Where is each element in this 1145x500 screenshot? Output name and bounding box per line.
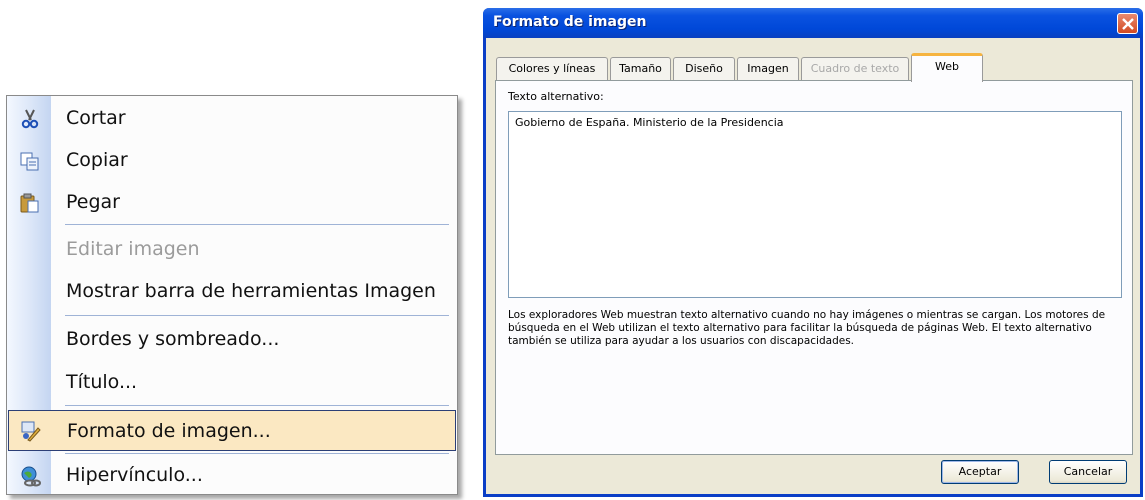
menu-separator — [65, 315, 449, 316]
menu-item-label: Copiar — [66, 149, 128, 171]
dialog-title: Formato de imagen — [493, 14, 647, 30]
menu-item-titulo[interactable]: Título... — [7, 362, 457, 402]
copy-icon — [19, 150, 41, 172]
menu-item-label: Cortar — [66, 107, 126, 129]
tab-web[interactable]: Web — [911, 53, 983, 82]
ok-button[interactable]: Aceptar — [941, 460, 1019, 484]
menu-item-formato-de-imagen[interactable]: Formato de imagen... — [8, 410, 456, 451]
tab-tamano[interactable]: Tamaño — [610, 57, 671, 81]
tab-diseno[interactable]: Diseño — [673, 57, 735, 81]
menu-item-hipervinculo[interactable]: Hipervínculo... — [7, 455, 457, 495]
menu-separator — [65, 405, 449, 406]
menu-item-label: Hipervínculo... — [66, 464, 203, 486]
close-button[interactable] — [1117, 13, 1138, 34]
menu-item-label: Mostrar barra de herramientas Imagen — [66, 280, 436, 302]
tab-colores-y-lineas[interactable]: Colores y líneas — [496, 57, 608, 81]
menu-separator — [65, 453, 449, 454]
context-menu: Cortar Copiar Pegar Editar imagen Mostra… — [6, 95, 458, 495]
tab-cuadro-de-texto: Cuadro de texto — [801, 57, 909, 81]
menu-item-label: Formato de imagen... — [67, 419, 271, 442]
menu-item-label: Pegar — [66, 191, 120, 213]
menu-item-editar-imagen: Editar imagen — [7, 229, 457, 269]
dialog-title-bar[interactable]: Formato de imagen — [483, 8, 1143, 38]
format-picture-dialog: Formato de imagen Colores y líneas Tamañ… — [483, 8, 1143, 497]
alt-text-textarea[interactable]: Gobierno de España. Ministerio de la Pre… — [508, 111, 1122, 298]
close-icon — [1122, 18, 1134, 30]
menu-item-label: Título... — [66, 371, 138, 393]
format-picture-icon — [20, 420, 42, 442]
menu-item-label: Bordes y sombreado... — [66, 328, 280, 350]
menu-separator — [65, 224, 449, 225]
cancel-button[interactable]: Cancelar — [1049, 460, 1127, 484]
scissors-icon — [19, 108, 41, 130]
menu-item-mostrar-barra[interactable]: Mostrar barra de herramientas Imagen — [7, 271, 457, 311]
menu-item-bordes[interactable]: Bordes y sombreado... — [7, 319, 457, 359]
menu-item-cortar[interactable]: Cortar — [7, 98, 457, 138]
menu-item-label: Editar imagen — [66, 238, 200, 260]
alt-text-label: Texto alternativo: — [508, 90, 604, 103]
menu-item-pegar[interactable]: Pegar — [7, 182, 457, 222]
web-tab-panel: Texto alternativo: Gobierno de España. M… — [495, 80, 1133, 455]
menu-item-copiar[interactable]: Copiar — [7, 140, 457, 180]
tab-imagen[interactable]: Imagen — [737, 57, 799, 81]
paste-icon — [19, 192, 41, 214]
hyperlink-globe-icon — [19, 465, 41, 487]
alt-text-help: Los exploradores Web muestran texto alte… — [508, 309, 1106, 347]
